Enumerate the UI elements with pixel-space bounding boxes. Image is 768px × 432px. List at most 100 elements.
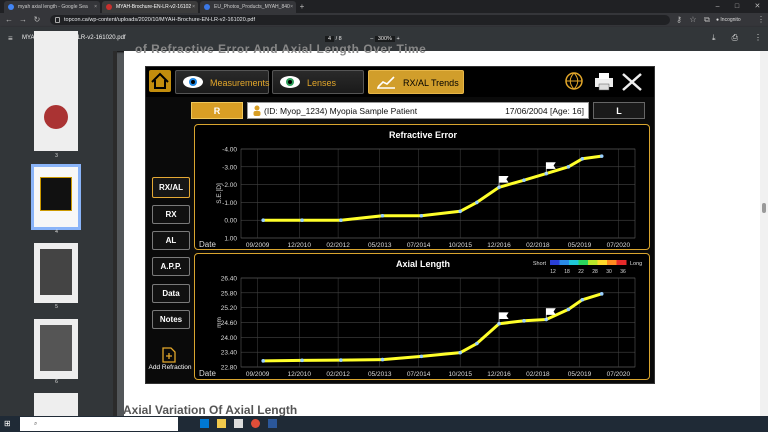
menu-rx-al[interactable]: RX/AL bbox=[152, 177, 190, 198]
page-thumbnail[interactable] bbox=[34, 393, 78, 416]
legend-color-swatch bbox=[578, 260, 589, 265]
x-tick-label: 10/2015 bbox=[448, 242, 472, 249]
y-tick-label: 24.00 bbox=[221, 335, 238, 342]
key-icon[interactable]: ⚷ bbox=[674, 14, 684, 26]
tools-icon[interactable] bbox=[622, 73, 642, 91]
word-icon[interactable] bbox=[268, 419, 277, 428]
forward-icon[interactable]: → bbox=[18, 14, 28, 26]
eye-measurement-icon bbox=[183, 76, 203, 88]
chrome-icon[interactable] bbox=[251, 419, 260, 428]
close-tab-icon[interactable]: × bbox=[94, 1, 97, 13]
maximize-icon[interactable]: □ bbox=[735, 0, 739, 13]
pdf-favicon-icon bbox=[106, 4, 112, 10]
store-icon[interactable] bbox=[234, 419, 243, 428]
trend-icon bbox=[377, 76, 395, 89]
extension-icon[interactable]: ⧉ bbox=[702, 14, 712, 26]
windows-start-icon[interactable]: ⊞ bbox=[4, 419, 14, 429]
edge-icon[interactable] bbox=[200, 419, 209, 428]
menu-notes[interactable]: Notes bbox=[152, 310, 190, 329]
y-tick-label: 24.60 bbox=[221, 320, 238, 327]
x-tick-label: 07/2020 bbox=[607, 242, 631, 249]
legend-color-swatch bbox=[607, 260, 617, 265]
tab-label: RX/AL Trends bbox=[403, 78, 459, 88]
page-thumbnail[interactable] bbox=[34, 319, 78, 379]
globe-icon[interactable] bbox=[565, 72, 583, 90]
thumbnail-image bbox=[44, 105, 68, 129]
add-refraction-icon[interactable] bbox=[162, 347, 176, 363]
x-tick-label: 10/2015 bbox=[448, 371, 472, 378]
close-window-icon[interactable]: ✕ bbox=[754, 0, 760, 13]
x-axis-label: Date bbox=[199, 369, 216, 378]
legend-tick-label: 28 bbox=[592, 269, 598, 275]
x-tick-label: 02/2012 bbox=[326, 242, 350, 249]
url-field[interactable]: topcon.ca/wp-content/uploads/2020/10/MYA… bbox=[50, 15, 670, 25]
y-tick-label: -4.00 bbox=[222, 147, 237, 154]
menu-rx[interactable]: RX bbox=[152, 205, 190, 224]
print-icon[interactable]: ⎙ bbox=[732, 33, 738, 45]
tab-label: Lenses bbox=[307, 78, 337, 88]
y-tick-label: 0.00 bbox=[224, 218, 237, 225]
taskbar-clock[interactable] bbox=[708, 417, 748, 431]
menu-data[interactable]: Data bbox=[152, 284, 190, 303]
eye-lens-icon bbox=[280, 76, 300, 88]
close-tab-icon[interactable]: × bbox=[192, 1, 195, 13]
y-tick-label: 22.80 bbox=[221, 365, 238, 372]
close-tab-icon[interactable]: × bbox=[290, 1, 293, 13]
thumbnail-image bbox=[40, 249, 72, 295]
chart-title: Refractive Error bbox=[389, 130, 458, 140]
data-point bbox=[300, 218, 304, 222]
folder-icon[interactable] bbox=[217, 419, 226, 428]
browser-tab[interactable]: EU_Photos_Products_MYAH_840 × bbox=[200, 1, 296, 13]
y-axis-label: mm bbox=[216, 317, 223, 328]
printer-icon[interactable] bbox=[595, 73, 613, 91]
tab-lenses[interactable]: Lenses bbox=[272, 70, 364, 94]
left-eye-button[interactable]: L bbox=[593, 102, 645, 119]
pdf-actions: ⤓ ⎙ ⋮ bbox=[712, 33, 762, 45]
page-scrollbar[interactable] bbox=[760, 51, 768, 416]
menu-al[interactable]: AL bbox=[152, 231, 190, 250]
legend-long-label: Long bbox=[630, 261, 642, 267]
tab-rx-al-trends[interactable]: RX/AL Trends bbox=[368, 70, 464, 94]
page-thumbnail[interactable] bbox=[34, 91, 78, 151]
data-point bbox=[599, 154, 604, 158]
y-tick-label: 1.00 bbox=[224, 236, 237, 243]
page-thumbnail[interactable] bbox=[34, 243, 78, 303]
browser-menu-icon[interactable]: ⋮ bbox=[756, 14, 766, 26]
home-button[interactable] bbox=[149, 70, 171, 92]
data-point bbox=[580, 297, 585, 302]
hamburger-menu-icon[interactable]: ≡ bbox=[8, 35, 13, 43]
lock-icon[interactable] bbox=[55, 17, 60, 23]
data-point bbox=[261, 218, 265, 222]
reload-icon[interactable]: ↻ bbox=[32, 14, 42, 26]
data-point bbox=[599, 292, 604, 296]
tab-measurements[interactable]: Measurements bbox=[175, 70, 270, 94]
thumbnail-label: 5 bbox=[55, 304, 58, 310]
right-eye-button[interactable]: R bbox=[191, 102, 243, 119]
new-tab-icon[interactable]: + bbox=[297, 0, 307, 13]
y-tick-label: 23.40 bbox=[221, 350, 238, 357]
back-icon[interactable]: ← bbox=[4, 14, 14, 26]
x-tick-label: 12/2016 bbox=[487, 242, 511, 249]
blue-favicon-icon bbox=[204, 4, 210, 10]
more-options-icon[interactable]: ⋮ bbox=[754, 33, 762, 45]
menu-app[interactable]: A.P.P. bbox=[152, 257, 190, 276]
star-icon[interactable]: ☆ bbox=[688, 14, 698, 26]
browser-tab[interactable]: myah axial length - Google Sea × bbox=[4, 1, 100, 13]
x-tick-label: 12/2010 bbox=[288, 242, 312, 249]
legend-color-swatch bbox=[569, 260, 579, 265]
y-tick-label: -3.00 bbox=[222, 164, 237, 171]
legend-tick-label: 36 bbox=[620, 269, 626, 275]
legend-tick-label: 22 bbox=[578, 269, 584, 275]
axial-length-chart: Axial Length 26.40 25.80 25.20 24.60 24.00 23.… bbox=[194, 253, 650, 380]
page-thumbnail[interactable] bbox=[34, 31, 78, 91]
add-refraction-button[interactable]: Add Refraction bbox=[146, 364, 194, 371]
sidebar-scrollbar[interactable] bbox=[113, 51, 117, 416]
scrollbar-thumb[interactable] bbox=[762, 203, 766, 213]
taskbar-search[interactable]: ⌕ bbox=[20, 417, 178, 431]
incognito-indicator[interactable]: ● Incognito bbox=[716, 15, 756, 25]
download-icon[interactable]: ⤓ bbox=[712, 33, 716, 45]
browser-tab-active[interactable]: MYAH-Brochure-EN-LR-v2-16102 × bbox=[102, 1, 198, 13]
home-icon bbox=[151, 72, 169, 89]
page-thumbnail-selected[interactable] bbox=[31, 164, 81, 230]
minimize-icon[interactable]: – bbox=[716, 0, 720, 13]
